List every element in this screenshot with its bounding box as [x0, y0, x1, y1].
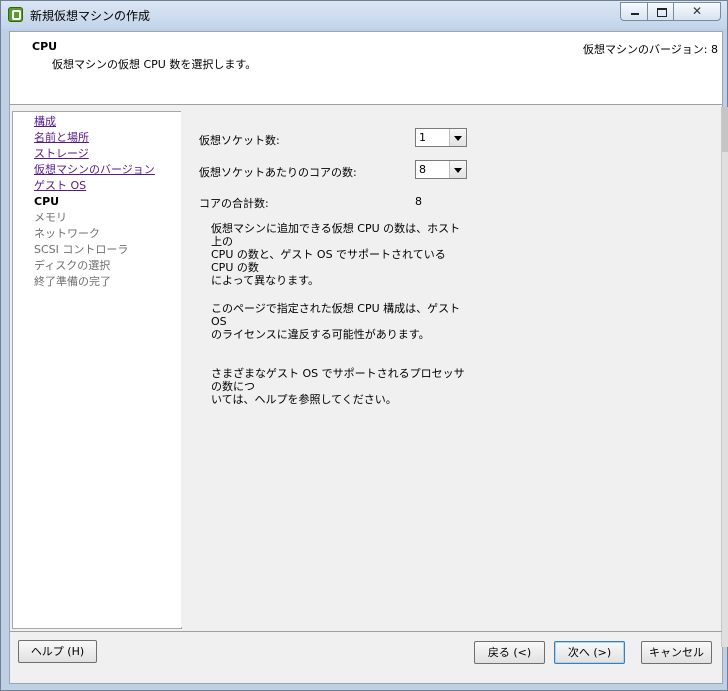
window-title: 新規仮想マシンの作成	[30, 9, 151, 23]
close-button[interactable]: ✕	[673, 2, 721, 21]
sockets-label: 仮想ソケット数:	[199, 134, 280, 147]
step-ready-to-complete: 終了準備の完了	[34, 275, 111, 288]
sockets-select[interactable]: 1	[415, 128, 467, 147]
vm-version-label: 仮想マシンのバージョン: 8	[583, 43, 718, 56]
info-help-reference: さまざまなゲスト OS でサポートされるプロセッサの数につ いては、ヘルプを参照…	[211, 367, 471, 406]
wizard-window: 新規仮想マシンの作成 ✕ CPU 仮想マシンの仮想 CPU 数を選択します。 仮…	[0, 0, 728, 691]
next-button[interactable]: 次へ (>)	[554, 641, 625, 664]
wizard-content: CPU 仮想マシンの仮想 CPU 数を選択します。 仮想マシンのバージョン: 8…	[9, 31, 728, 684]
sockets-value: 1	[419, 131, 426, 144]
cores-per-socket-label: 仮想ソケットあたりのコアの数:	[199, 166, 357, 179]
minimize-button[interactable]	[620, 2, 648, 21]
cores-per-socket-select[interactable]: 8	[415, 160, 467, 179]
page-subtitle: 仮想マシンの仮想 CPU 数を選択します。	[52, 58, 257, 71]
back-button[interactable]: 戻る (<)	[474, 641, 545, 664]
info-license-warning: このページで指定された仮想 CPU 構成は、ゲスト OS のライセンスに違反する…	[211, 302, 471, 341]
step-memory: メモリ	[34, 211, 67, 224]
wizard-header: CPU 仮想マシンの仮想 CPU 数を選択します。 仮想マシンのバージョン: 8	[10, 32, 722, 105]
title-bar: 新規仮想マシンの作成 ✕	[1, 1, 727, 29]
help-button[interactable]: ヘルプ (H)	[18, 640, 97, 663]
total-cores-label: コアの合計数:	[199, 197, 269, 210]
page-title: CPU	[32, 40, 58, 53]
step-select-disk: ディスクの選択	[34, 259, 111, 272]
chevron-down-icon[interactable]	[449, 161, 466, 178]
cores-per-socket-value: 8	[419, 163, 426, 176]
info-line: このページで指定された仮想 CPU 構成は、ゲスト OS	[211, 302, 461, 328]
cancel-button[interactable]: キャンセル	[641, 641, 712, 664]
info-line: いては、ヘルプを参照してください。	[211, 393, 397, 406]
step-cpu: CPU	[34, 195, 60, 208]
info-line: CPU の数と、ゲスト OS でサポートされている CPU の数	[211, 248, 446, 274]
scrollbar-thumb[interactable]	[722, 107, 728, 152]
info-line: さまざまなゲスト OS でサポートされるプロセッサの数につ	[211, 367, 465, 393]
step-scsi-controller: SCSI コントローラ	[34, 243, 129, 256]
total-cores-value: 8	[415, 195, 422, 208]
vsphere-app-icon	[8, 7, 23, 22]
footer-divider	[10, 631, 722, 632]
step-network: ネットワーク	[34, 227, 100, 240]
cpu-settings-panel: 仮想ソケット数: 1 仮想ソケットあたりのコアの数: 8 コアの合計数: 8 仮…	[181, 111, 716, 627]
step-configuration[interactable]: 構成	[34, 114, 56, 129]
header-scrollbar[interactable]	[721, 107, 728, 647]
info-line: 仮想マシンに追加できる仮想 CPU の数は、ホスト上の	[211, 222, 461, 248]
info-line: のライセンスに違反する可能性があります。	[211, 328, 430, 341]
info-line: によって異なります。	[211, 274, 320, 287]
step-storage[interactable]: ストレージ	[34, 146, 89, 161]
step-guest-os[interactable]: ゲスト OS	[34, 178, 86, 193]
chevron-down-icon[interactable]	[449, 129, 466, 146]
wizard-steps-list: 構成 名前と場所 ストレージ 仮想マシンのバージョン ゲスト OS CPU メモ…	[12, 111, 182, 629]
info-cpu-limit: 仮想マシンに追加できる仮想 CPU の数は、ホスト上の CPU の数と、ゲスト …	[211, 222, 471, 287]
step-name-location[interactable]: 名前と場所	[34, 130, 89, 145]
close-icon: ✕	[691, 4, 703, 18]
maximize-button[interactable]	[647, 2, 674, 21]
step-vm-version[interactable]: 仮想マシンのバージョン	[34, 162, 155, 177]
